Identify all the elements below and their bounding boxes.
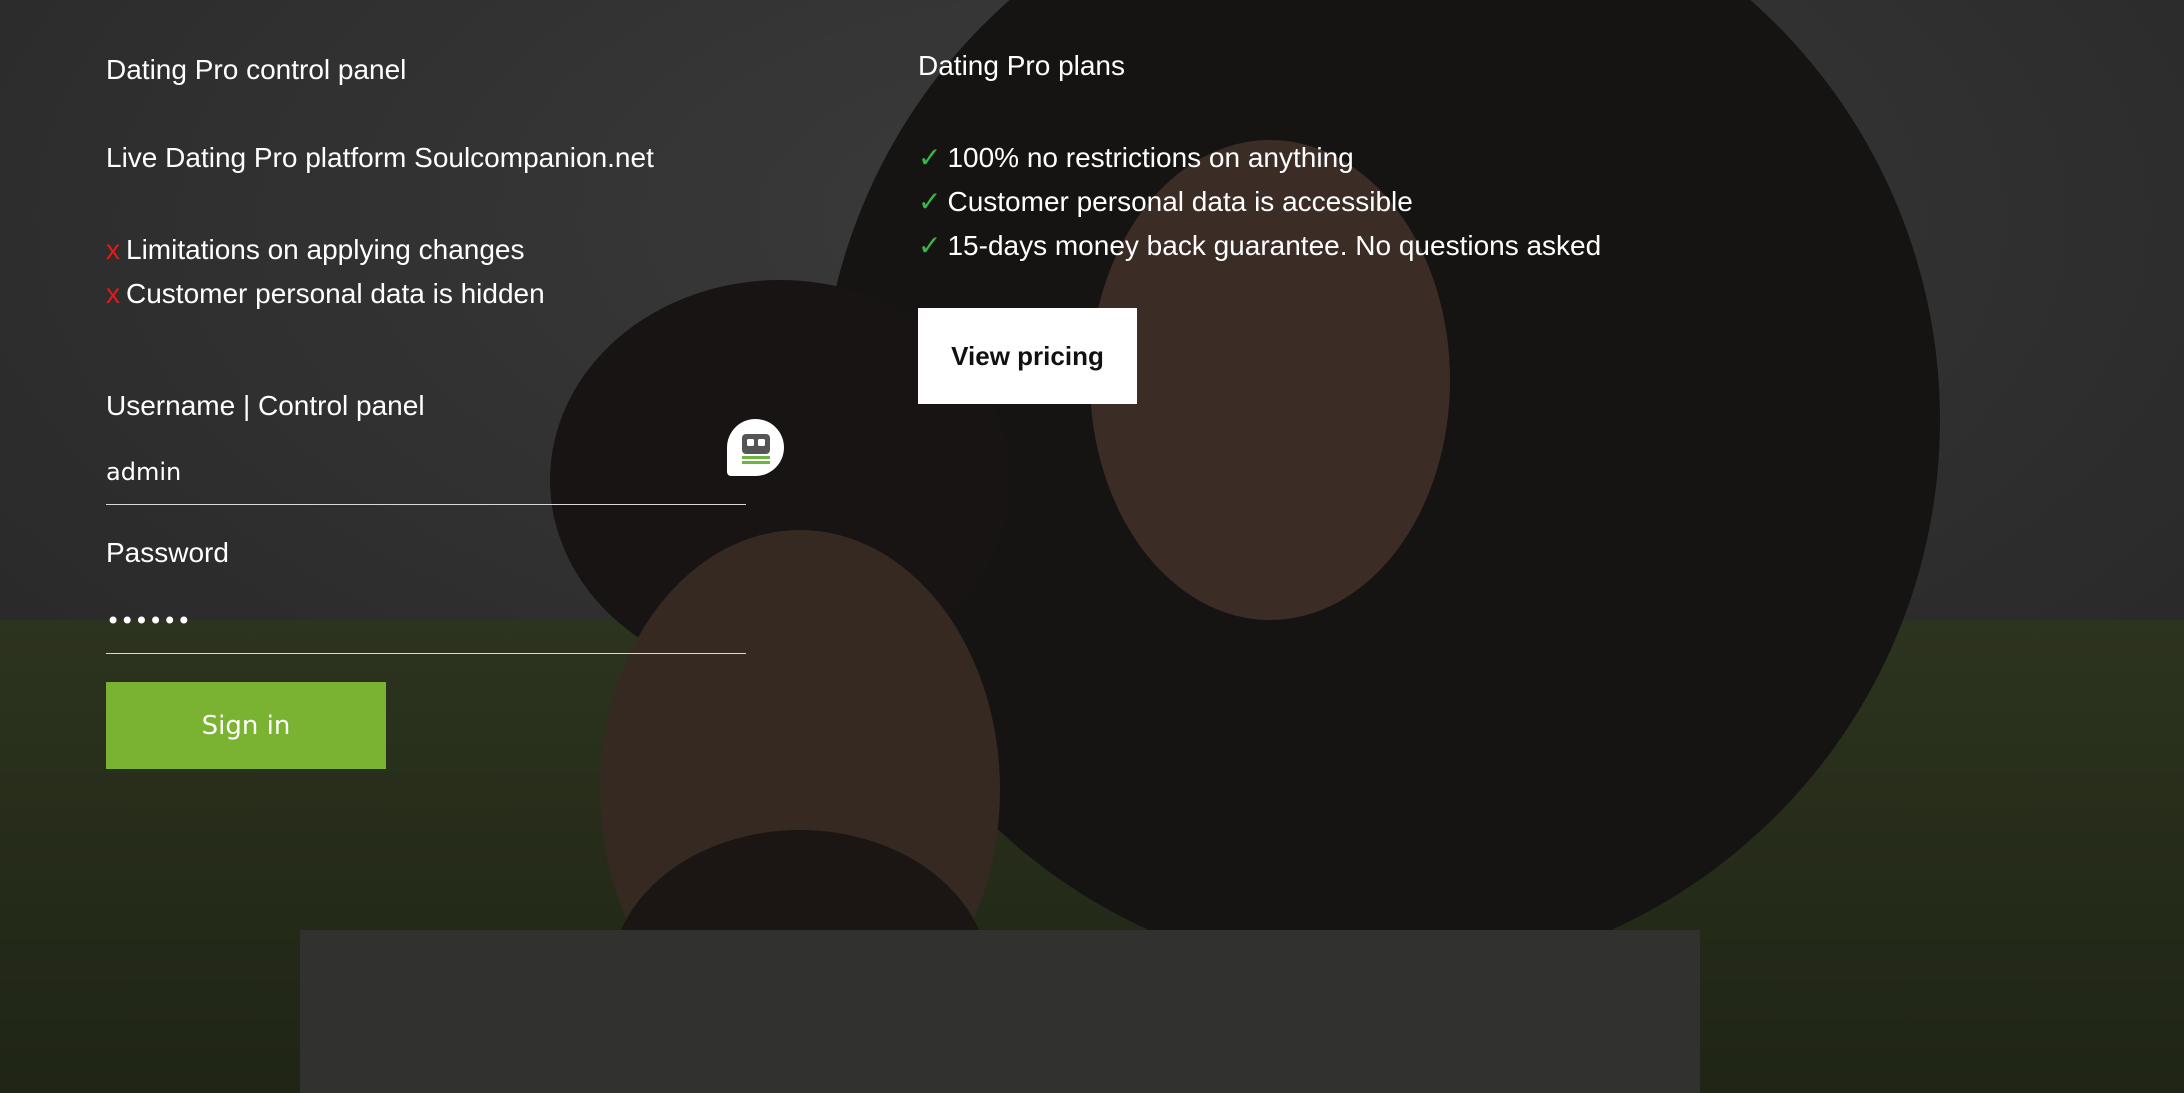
benefit-text: Customer personal data is accessible [947, 186, 1413, 217]
page-content: Dating Pro control panel Live Dating Pro… [0, 0, 2184, 1093]
list-item: x Customer personal data is hidden [106, 272, 746, 316]
username-input[interactable] [106, 458, 746, 505]
list-item: ✓ Customer personal data is accessible [918, 180, 2018, 224]
list-item: ✓ 15-days money back guarantee. No questi… [918, 224, 2018, 268]
check-icon: ✓ [918, 141, 942, 174]
plans-section: Dating Pro plans ✓ 100% no restrictions o… [918, 48, 2018, 404]
cross-icon: x [106, 278, 120, 309]
limitation-text: Limitations on applying changes [126, 234, 525, 265]
limitations-list: x Limitations on applying changes x Custom… [106, 228, 746, 316]
list-item: x Limitations on applying changes [106, 228, 746, 272]
view-pricing-button[interactable]: View pricing [918, 308, 1137, 404]
platform-text: Live Dating Pro platform Soulcompanion.n… [106, 142, 654, 173]
limitation-text: Customer personal data is hidden [126, 278, 545, 309]
sign-in-button[interactable]: Sign in [106, 682, 386, 769]
password-label: Password [106, 537, 229, 568]
benefit-text: 15-days money back guarantee. No questio… [947, 230, 1602, 261]
chat-bot-icon [741, 433, 770, 464]
login-section: Dating Pro control panel Live Dating Pro… [106, 52, 746, 769]
password-input[interactable] [106, 607, 746, 654]
cross-icon: x [106, 234, 120, 265]
benefit-text: 100% no restrictions on anything [947, 142, 1354, 173]
list-item: ✓ 100% no restrictions on anything [918, 136, 2018, 180]
check-icon: ✓ [918, 185, 942, 218]
check-icon: ✓ [918, 229, 942, 262]
chat-bot-button[interactable] [727, 419, 784, 476]
username-label: Username | Control panel [106, 390, 425, 421]
plans-title: Dating Pro plans [918, 50, 1126, 81]
panel-title: Dating Pro control panel [106, 54, 407, 85]
benefits-list: ✓ 100% no restrictions on anything ✓ Custo… [918, 136, 2018, 268]
